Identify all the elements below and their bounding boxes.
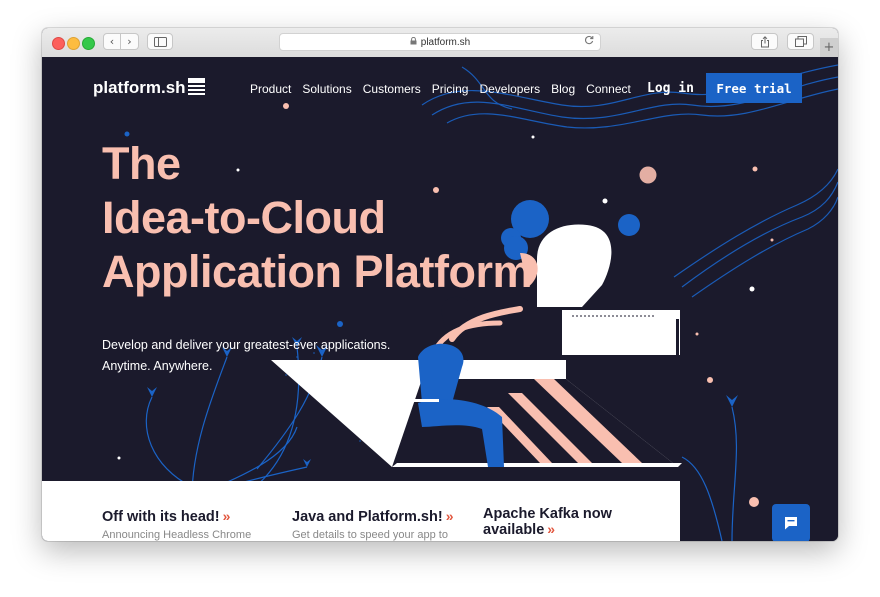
hero-subtitle: Develop and deliver your greatest-ever a…	[102, 335, 390, 377]
news-card[interactable]: Apache Kafka now available»	[483, 507, 633, 538]
chevron-right-icon: ›	[127, 35, 132, 48]
tabs-icon	[794, 36, 807, 47]
double-chevron-right-icon: »	[222, 508, 231, 524]
news-card[interactable]: Java and Platform.sh!» Get details to sp…	[292, 509, 472, 542]
show-tabs-button[interactable]	[787, 33, 814, 50]
nav-blog[interactable]: Blog	[551, 82, 575, 96]
sidebar-toggle-button[interactable]	[147, 33, 173, 50]
reload-icon[interactable]	[584, 35, 594, 48]
hero-illustration	[117, 64, 838, 541]
chevron-left-icon: ‹	[109, 35, 115, 48]
logo-mark-icon	[187, 78, 205, 95]
sidebar-icon	[153, 36, 167, 47]
minimize-window-button[interactable]	[67, 37, 80, 50]
url-text: platform.sh	[420, 36, 471, 48]
nav-pricing[interactable]: Pricing	[432, 82, 469, 96]
news-card-title-text: Apache Kafka now	[483, 506, 612, 522]
close-window-button[interactable]	[52, 37, 65, 50]
browser-toolbar: ‹ › platform.sh +	[42, 28, 838, 58]
nav-developers[interactable]: Developers	[479, 82, 540, 96]
news-card-title: Java and Platform.sh!»	[292, 509, 472, 525]
forward-button[interactable]: ›	[121, 33, 139, 50]
web-page: platform.sh Product Solutions Customers …	[42, 57, 838, 541]
logo-text: platform.sh	[93, 78, 186, 97]
double-chevron-right-icon: »	[445, 508, 454, 524]
news-card-title-text: Java and Platform.sh!	[292, 509, 443, 525]
site-logo[interactable]: platform.sh	[93, 78, 205, 98]
nav-connect[interactable]: Connect	[586, 82, 631, 96]
new-tab-button[interactable]: +	[820, 38, 838, 57]
news-card-title-text: available	[483, 522, 545, 538]
share-button[interactable]	[751, 33, 778, 50]
back-button[interactable]: ‹	[103, 33, 121, 50]
hero-title-line-2: Idea-to-Cloud	[102, 192, 386, 243]
news-card-title: Apache Kafka now available»	[483, 507, 633, 538]
nav-customers[interactable]: Customers	[363, 82, 421, 96]
hero-title: The Idea-to-Cloud Application Platform	[102, 137, 533, 299]
lock-icon	[410, 36, 417, 47]
login-link[interactable]: Log in	[647, 81, 694, 96]
hero-title-line-1: The	[102, 138, 181, 189]
nav-solutions[interactable]: Solutions	[302, 82, 351, 96]
browser-window: ‹ › platform.sh + platform.sh Product So…	[42, 28, 838, 541]
news-card-title: Off with its head!»	[102, 509, 282, 525]
address-bar[interactable]: platform.sh	[279, 33, 601, 51]
double-chevron-right-icon: »	[547, 521, 556, 537]
hero-subtitle-line-1: Develop and deliver your greatest-ever a…	[102, 338, 391, 352]
nav-product[interactable]: Product	[250, 82, 291, 96]
share-icon	[760, 35, 769, 47]
hero-title-line-3: Application Platform	[102, 246, 533, 297]
news-cards: Off with its head!» Announcing Headless …	[42, 481, 680, 541]
chat-bubble-icon	[785, 517, 797, 530]
news-card-title-text: Off with its head!	[102, 509, 220, 525]
news-card[interactable]: Off with its head!» Announcing Headless …	[102, 509, 282, 542]
free-trial-button[interactable]: Free trial	[706, 73, 802, 103]
news-card-snippet: Get details to speed your app to	[292, 529, 448, 541]
zoom-window-button[interactable]	[82, 37, 95, 50]
news-card-snippet: Announcing Headless Chrome	[102, 529, 252, 541]
hero-subtitle-line-2: Anytime. Anywhere.	[102, 359, 213, 373]
main-nav: Product Solutions Customers Pricing Deve…	[250, 82, 642, 96]
chat-button[interactable]	[772, 504, 810, 541]
